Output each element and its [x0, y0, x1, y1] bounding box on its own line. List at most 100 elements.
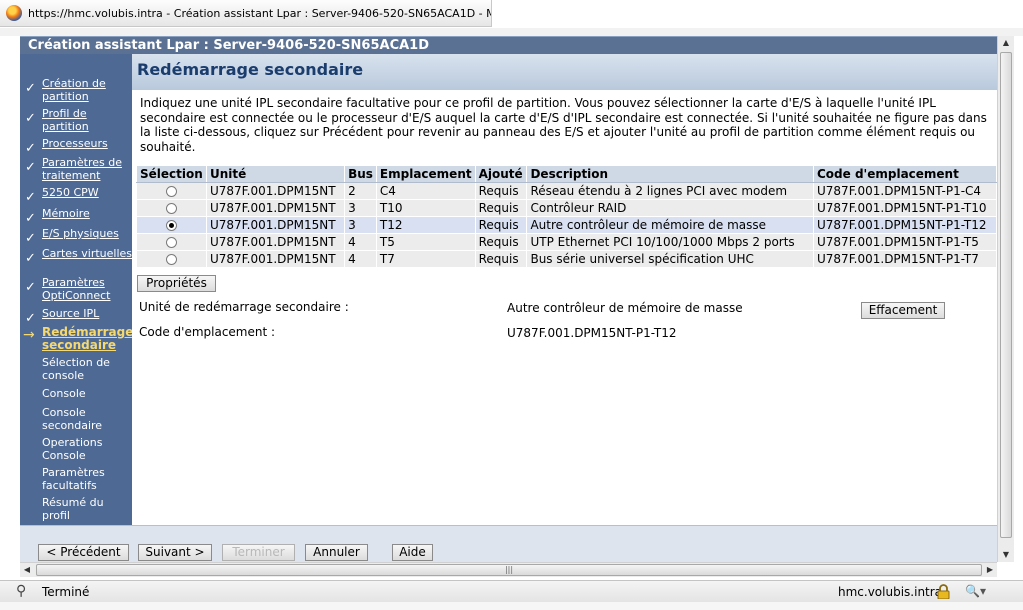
cell-code: U787F.001.DPM15NT-P1-T5: [813, 233, 997, 251]
search-icon: ⚲: [16, 583, 27, 599]
column-header[interactable]: Bus: [344, 165, 377, 183]
sidebar-step-label[interactable]: Profil de partition: [42, 107, 132, 133]
sidebar-step[interactable]: ✓ Création de partition: [20, 76, 132, 104]
scroll-down-icon[interactable]: ▼: [998, 548, 1014, 562]
sidebar-step: Résumé du profil: [20, 495, 132, 523]
clear-button[interactable]: Effacement: [861, 302, 945, 319]
column-header[interactable]: Unité: [205, 165, 346, 183]
cell-code: U787F.001.DPM15NT-P1-T7: [813, 250, 997, 268]
horizontal-scroll-thumb[interactable]: |||: [36, 564, 982, 576]
sidebar-step-label[interactable]: Création de partition: [42, 77, 132, 103]
selection-cell[interactable]: [136, 233, 207, 251]
sidebar-step-label[interactable]: 5250 CPW: [42, 186, 132, 199]
selection-cell[interactable]: [136, 250, 207, 268]
cell-unit: U787F.001.DPM15NT: [205, 250, 346, 268]
scroll-right-icon[interactable]: ▶: [983, 563, 997, 577]
cancel-button[interactable]: Annuler: [305, 544, 368, 561]
scroll-up-icon[interactable]: ▲: [998, 36, 1014, 50]
next-button[interactable]: Suivant >: [138, 544, 212, 561]
sidebar-step-label[interactable]: Mémoire: [42, 207, 132, 220]
selection-cell[interactable]: [136, 199, 207, 217]
table-row[interactable]: U787F.001.DPM15NT 3 T10 Requis Contrôleur RA…: [136, 199, 997, 217]
sidebar-step: Sélection de console: [20, 355, 132, 383]
sidebar-step-label: Sélection de console: [42, 356, 110, 382]
sidebar-step-label[interactable]: E/S physiques: [42, 227, 132, 240]
check-icon: ✓: [25, 280, 36, 295]
sidebar-step-label: Console secondaire: [42, 406, 103, 432]
sidebar-step-label[interactable]: Cartes virtuelles: [42, 247, 132, 260]
sidebar-step-label: Console: [42, 387, 86, 400]
content-panel: Redémarrage secondaire Indiquez une unit…: [132, 54, 997, 525]
vertical-scroll-thumb[interactable]: [1000, 52, 1012, 538]
zoom-icon[interactable]: 🔍▾: [965, 584, 986, 598]
table-row[interactable]: U787F.001.DPM15NT 2 C4 Requis Réseau étendu …: [136, 182, 997, 200]
table-row[interactable]: U787F.001.DPM15NT 3 T12 Requis Autre contrôl…: [136, 216, 997, 234]
cell-unit: U787F.001.DPM15NT: [205, 199, 346, 217]
wizard-header: Création assistant Lpar : Server-9406-52…: [20, 36, 997, 54]
cell-code: U787F.001.DPM15NT-P1-T10: [813, 199, 997, 217]
sidebar-step-label: Operations Console: [42, 436, 103, 462]
properties-button[interactable]: Propriétés: [137, 275, 216, 292]
device-table: Sélection Unité Bus Emplacement Ajouté D…: [136, 165, 997, 268]
table-row[interactable]: U787F.001.DPM15NT 4 T5 Requis UTP Ethernet P…: [136, 233, 997, 251]
sidebar-step[interactable]: ✓ Profil de partition: [20, 106, 132, 134]
selection-radio[interactable]: [165, 254, 177, 265]
arrow-right-icon: →: [23, 327, 35, 343]
secondary-device-label: Unité de redémarrage secondaire :: [139, 300, 349, 314]
sidebar-step[interactable]: ✓ Paramètres de traitement: [20, 155, 132, 183]
selection-cell[interactable]: [136, 182, 207, 200]
cell-slot: T5: [375, 233, 476, 251]
sidebar-step[interactable]: → Redémarrage secondaire: [20, 325, 133, 353]
intro-text: Indiquez une unité IPL secondaire facult…: [140, 96, 987, 154]
column-header[interactable]: Ajouté: [474, 165, 528, 183]
cell-description: UTP Ethernet PCI 10/100/1000 Mbps 2 port…: [526, 233, 814, 251]
cell-slot: T12: [375, 216, 476, 234]
page-title-bar: Redémarrage secondaire: [132, 54, 997, 90]
column-header[interactable]: Description: [526, 165, 814, 183]
sidebar-step-label[interactable]: Redémarrage secondaire: [42, 326, 133, 352]
secondary-device-value: Autre contrôleur de mémoire de masse: [507, 301, 743, 315]
cell-bus: 3: [344, 216, 377, 234]
sidebar-step[interactable]: ✓ Paramètres OptiConnect: [20, 275, 132, 303]
sidebar-step-label[interactable]: Source IPL: [42, 307, 132, 320]
selection-radio[interactable]: [165, 203, 177, 214]
cell-unit: U787F.001.DPM15NT: [205, 233, 346, 251]
lock-icon[interactable]: [937, 584, 950, 599]
scroll-left-icon[interactable]: ◀: [20, 563, 34, 577]
cell-bus: 3: [344, 199, 377, 217]
table-row[interactable]: U787F.001.DPM15NT 4 T7 Requis Bus série univ…: [136, 250, 997, 268]
cell-bus: 4: [344, 250, 377, 268]
selection-radio[interactable]: [165, 186, 177, 197]
cell-unit: U787F.001.DPM15NT: [205, 216, 346, 234]
cell-description: Autre contrôleur de mémoire de masse: [526, 216, 814, 234]
sidebar-step-label[interactable]: Paramètres de traitement: [42, 156, 132, 182]
column-header[interactable]: Code d'emplacement: [813, 165, 997, 183]
browser-status-bar: ⚲ Terminé hmc.volubis.intra 🔍▾: [0, 580, 1023, 602]
column-header[interactable]: Sélection: [136, 165, 207, 183]
horizontal-scrollbar[interactable]: ◀ ||| ▶: [20, 562, 997, 577]
cell-added: Requis: [474, 250, 528, 268]
cell-added: Requis: [474, 182, 528, 200]
location-code-label: Code d'emplacement :: [139, 325, 276, 339]
check-icon: ✓: [25, 160, 36, 175]
help-button[interactable]: Aide: [392, 544, 433, 561]
cell-code: U787F.001.DPM15NT-P1-C4: [813, 182, 997, 200]
finish-button[interactable]: Terminer: [222, 544, 295, 561]
back-button[interactable]: < Précédent: [38, 544, 129, 561]
check-icon: ✓: [25, 251, 36, 266]
sidebar-step[interactable]: ✓ Cartes virtuelles: [20, 246, 132, 274]
browser-window-title: https://hmc.volubis.intra - Création ass…: [28, 6, 492, 20]
sidebar-step-label: Résumé du profil: [42, 496, 104, 522]
firefox-icon: [6, 5, 22, 21]
selection-radio[interactable]: [165, 220, 177, 231]
sidebar-step-label[interactable]: Processeurs: [42, 137, 132, 150]
sidebar-step-label: Paramètres facultatifs: [42, 466, 105, 492]
vertical-scrollbar[interactable]: ▲ ▼: [997, 36, 1014, 562]
check-icon: ✓: [25, 211, 36, 226]
sidebar-step-label[interactable]: Paramètres OptiConnect: [42, 276, 132, 302]
selection-cell[interactable]: [136, 216, 207, 234]
sidebar-step: Console secondaire: [20, 405, 132, 433]
selection-radio[interactable]: [165, 237, 177, 248]
cell-slot: C4: [375, 182, 476, 200]
column-header[interactable]: Emplacement: [375, 165, 476, 183]
